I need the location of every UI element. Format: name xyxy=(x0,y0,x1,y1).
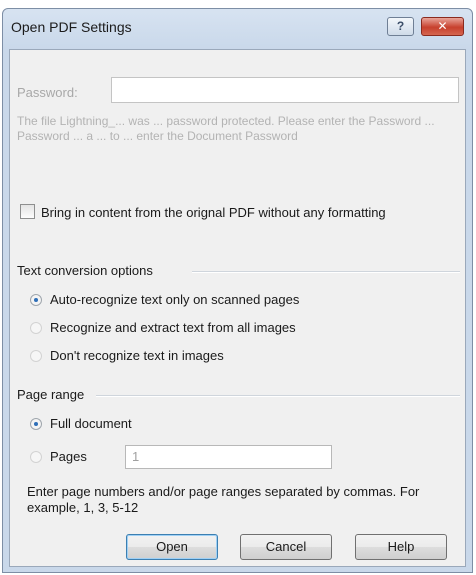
radio-button[interactable] xyxy=(30,350,42,362)
question-mark-icon: ? xyxy=(396,19,405,33)
radio-button-selected[interactable] xyxy=(30,294,42,306)
dialog-title: Open PDF Settings xyxy=(11,19,132,35)
formatting-checkbox[interactable] xyxy=(20,204,35,219)
radio-dont-recognize-label: Don't recognize text in images xyxy=(50,348,224,363)
radio-button[interactable] xyxy=(30,322,42,334)
radio-auto-recognize-label: Auto-recognize text only on scanned page… xyxy=(50,292,300,307)
dialog-body: Password: The file Lightning_... was ...… xyxy=(9,49,466,567)
radio-recognize-all-images[interactable]: Recognize and extract text from all imag… xyxy=(30,320,296,335)
formatting-checkbox-row[interactable]: Bring in content from the orignal PDF wi… xyxy=(20,204,386,220)
page-range-group-title: Page range xyxy=(17,387,85,402)
formatting-checkbox-label: Bring in content from the orignal PDF wi… xyxy=(41,205,386,220)
radio-full-document[interactable]: Full document xyxy=(30,416,132,431)
help-title-button[interactable]: ? xyxy=(387,17,414,36)
page-range-group-line xyxy=(96,395,460,397)
password-note: The file Lightning_... was ... password … xyxy=(17,114,435,143)
radio-button[interactable] xyxy=(30,451,42,463)
close-icon: ✕ xyxy=(437,19,448,33)
close-button[interactable]: ✕ xyxy=(421,17,464,36)
radio-pages[interactable]: Pages xyxy=(30,449,87,464)
radio-auto-recognize[interactable]: Auto-recognize text only on scanned page… xyxy=(30,292,299,307)
cancel-button[interactable]: Cancel xyxy=(240,534,332,560)
text-conversion-group-title: Text conversion options xyxy=(17,263,153,278)
password-input xyxy=(111,77,459,103)
title-bar[interactable]: Open PDF Settings ? ✕ xyxy=(3,9,472,49)
help-button[interactable]: Help xyxy=(355,534,447,560)
pages-input[interactable]: 1 xyxy=(125,445,332,469)
open-pdf-settings-dialog: Open PDF Settings ? ✕ Password: The file… xyxy=(2,8,473,573)
text-conversion-group-line xyxy=(192,271,460,273)
radio-recognize-all-images-label: Recognize and extract text from all imag… xyxy=(50,320,296,335)
password-label: Password: xyxy=(17,85,78,100)
radio-button-selected[interactable] xyxy=(30,418,42,430)
open-button[interactable]: Open xyxy=(126,534,218,560)
page-range-note: Enter page numbers and/or page ranges se… xyxy=(27,484,420,515)
radio-full-document-label: Full document xyxy=(50,416,132,431)
radio-dont-recognize[interactable]: Don't recognize text in images xyxy=(30,348,224,363)
radio-pages-label: Pages xyxy=(50,449,87,464)
